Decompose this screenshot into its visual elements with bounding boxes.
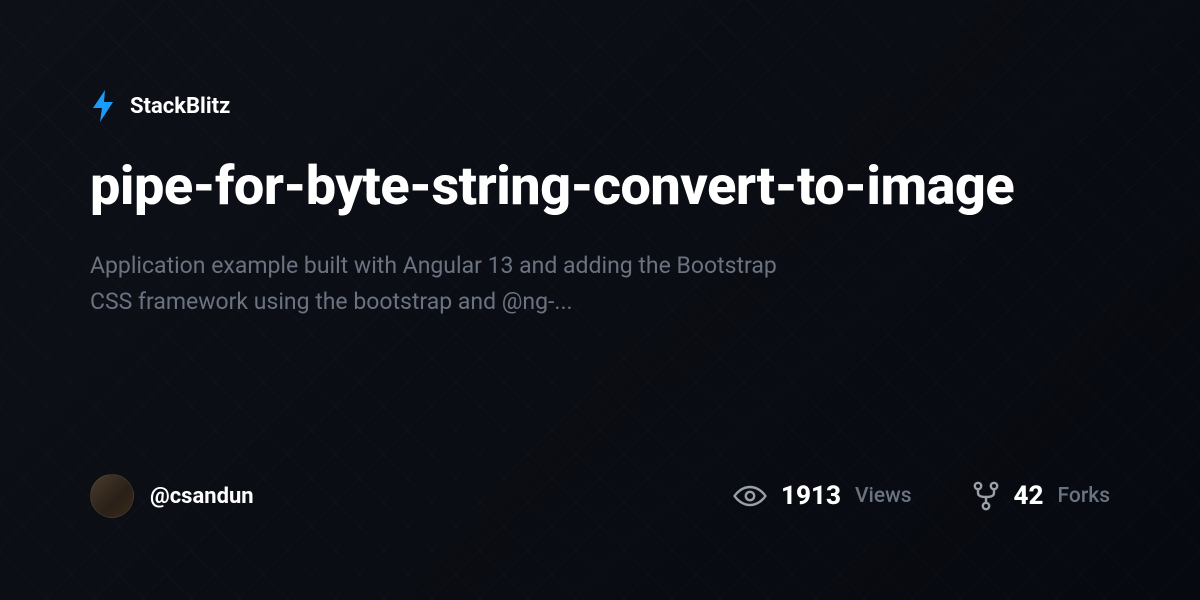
- stat-views: 1913 Views: [733, 481, 912, 511]
- views-label: Views: [855, 484, 912, 508]
- fork-icon: [972, 481, 1000, 511]
- footer-row: @csandun 1913 Views: [90, 474, 1110, 518]
- avatar: [90, 474, 134, 518]
- brand-row: StackBlitz: [90, 90, 1110, 122]
- stat-forks: 42 Forks: [972, 481, 1110, 511]
- project-title: pipe-for-byte-string-convert-to-image: [90, 156, 1110, 218]
- eye-icon: [733, 484, 767, 508]
- forks-value: 42: [1014, 481, 1044, 511]
- project-description: Application example built with Angular 1…: [90, 248, 820, 319]
- forks-label: Forks: [1058, 484, 1110, 508]
- author-handle: @csandun: [150, 484, 254, 509]
- author-block[interactable]: @csandun: [90, 474, 254, 518]
- brand-name: StackBlitz: [130, 94, 230, 119]
- lightning-icon: [90, 90, 116, 122]
- stats-block: 1913 Views 42 Forks: [733, 481, 1110, 511]
- views-value: 1913: [781, 481, 841, 511]
- social-card: StackBlitz pipe-for-byte-string-convert-…: [0, 0, 1200, 600]
